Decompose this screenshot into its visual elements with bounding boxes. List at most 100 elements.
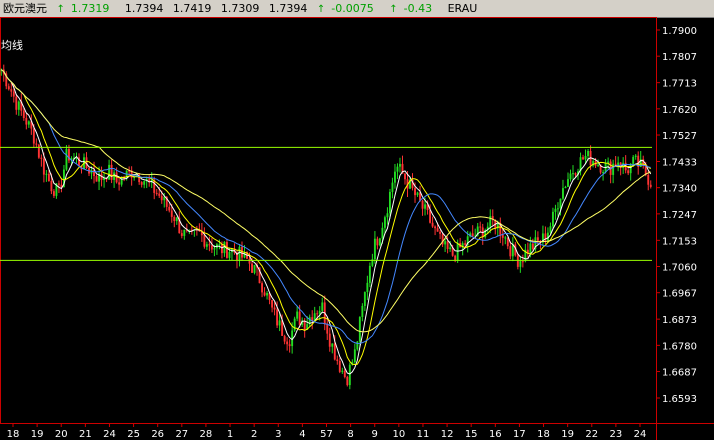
y-tick-label: 1.6780 — [662, 341, 697, 352]
up-arrow-icon: ↑ — [316, 4, 326, 15]
y-tick-label: 1.7247 — [662, 210, 697, 221]
candle-body — [266, 293, 269, 296]
candle-body — [504, 237, 507, 239]
low-price: 1.7309 — [220, 2, 260, 15]
candle-body — [361, 305, 364, 317]
candle-body — [388, 191, 391, 214]
candle-body — [647, 174, 650, 185]
candle-body — [436, 228, 439, 232]
x-tick-label: 18 — [537, 429, 550, 440]
x-tick-label: 1 — [227, 429, 233, 440]
x-tick-label: 9 — [372, 429, 378, 440]
candle-body — [170, 210, 173, 217]
candle-body — [358, 316, 361, 342]
candle-body — [218, 244, 221, 246]
x-tick-label: 25 — [127, 429, 140, 440]
candle-body — [373, 238, 376, 260]
candle-body — [424, 204, 427, 209]
candle-body — [263, 292, 266, 296]
candle-body — [551, 211, 554, 227]
candle-body — [228, 251, 231, 258]
candle-body — [316, 313, 319, 315]
candle-body — [108, 164, 111, 180]
candle-body — [7, 86, 10, 90]
candle-body — [429, 210, 432, 223]
candle-body — [421, 200, 424, 209]
candle-body — [50, 181, 53, 192]
candle-body — [363, 292, 366, 306]
candle-body — [273, 307, 276, 310]
symbol-code: ERAU — [447, 2, 478, 15]
candle-body — [47, 173, 50, 182]
candle-body — [557, 208, 559, 210]
candle-body — [399, 163, 401, 167]
candle-body — [253, 265, 256, 273]
candle-body — [356, 341, 359, 350]
x-tick-label: 22 — [585, 429, 598, 440]
candle-body — [180, 233, 183, 236]
candle-body — [243, 252, 246, 258]
price-change-value: -0.0075 — [331, 2, 374, 15]
candle-body — [368, 265, 371, 283]
candle-body — [519, 261, 522, 267]
candle-body — [318, 310, 321, 314]
candle-body — [12, 91, 15, 97]
y-tick-label: 1.6967 — [662, 289, 697, 300]
ma-longest-line — [0, 69, 651, 333]
candle-body — [521, 261, 524, 263]
candle-body — [479, 226, 482, 228]
candle-body — [65, 148, 68, 170]
candle-body — [333, 343, 336, 360]
candle-body — [25, 118, 28, 125]
candle-body — [158, 193, 161, 196]
x-tick-label: 16 — [489, 429, 502, 440]
x-tick-label: 23 — [610, 429, 623, 440]
x-tick-label: 24 — [634, 429, 647, 440]
price-chart[interactable]: 1.7900 1.7807 1.7713 1.7620 1.7527 1.7433 1.73… — [0, 17, 714, 440]
candle-body — [516, 255, 519, 267]
candle-body — [110, 164, 113, 180]
candle-body — [449, 247, 452, 249]
candle-body — [582, 157, 584, 160]
y-tick-label: 1.7433 — [662, 157, 697, 168]
x-tick-label: 3 — [275, 429, 281, 440]
candle-body — [210, 245, 213, 250]
x-tick-label: 21 — [79, 429, 92, 440]
candle-body — [381, 227, 384, 239]
candle-body — [338, 361, 341, 372]
close-price: 1.7394 — [268, 2, 308, 15]
candle-body — [456, 242, 459, 261]
y-tick-label: 1.7527 — [662, 131, 697, 142]
candle-body — [286, 341, 289, 345]
candle-body — [220, 244, 223, 254]
candle-body — [52, 191, 55, 196]
x-tick-label: 57 — [320, 429, 333, 440]
candle-body — [163, 196, 166, 201]
y-tick-label: 1.7620 — [662, 105, 697, 116]
x-tick-label: 10 — [392, 429, 405, 440]
candle-body — [213, 248, 216, 250]
last-price: ↑ 1.7319 — [57, 0, 116, 17]
candle-body — [587, 150, 590, 156]
candle-body — [271, 300, 274, 308]
candle-body — [140, 182, 143, 185]
candle-body — [22, 110, 25, 119]
candle-body — [95, 176, 98, 182]
candle-body — [331, 343, 334, 347]
candle-body — [251, 263, 253, 273]
candle-body — [597, 164, 600, 166]
candle-body — [584, 155, 587, 160]
candle-body — [431, 222, 434, 227]
candle-body — [366, 282, 369, 293]
candle-body — [554, 208, 557, 212]
candle-body — [341, 370, 344, 372]
y-tick-label: 1.6873 — [662, 315, 697, 326]
candle-body — [353, 349, 356, 363]
candle-body — [509, 246, 512, 257]
candle-body — [118, 182, 121, 185]
candle-body — [278, 320, 281, 326]
candle-body — [155, 192, 158, 194]
candle-body — [160, 195, 163, 201]
candle-body — [248, 258, 251, 264]
candle-body — [529, 243, 532, 254]
